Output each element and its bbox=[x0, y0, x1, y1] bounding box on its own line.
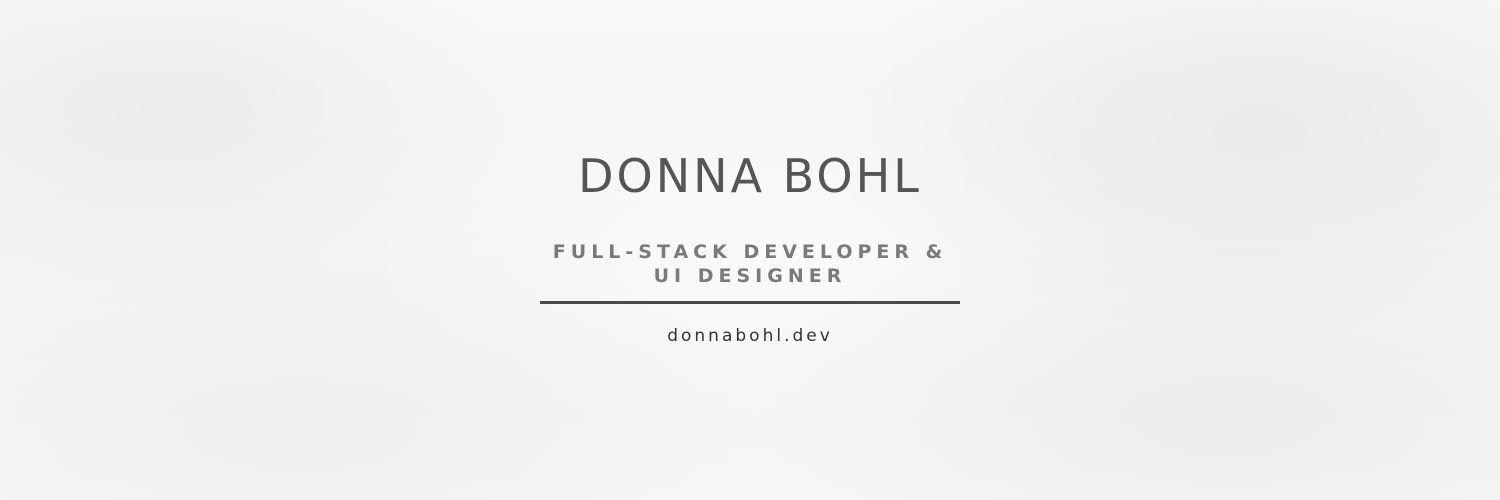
tagline-line-1: FULL-STACK DEVELOPER & bbox=[552, 241, 948, 263]
tagline: FULL-STACK DEVELOPER & UI DESIGNER bbox=[510, 240, 990, 288]
tagline-line-2: UI DESIGNER bbox=[653, 265, 847, 287]
divider-line bbox=[540, 301, 960, 304]
profile-banner: DONNA BOHL FULL-STACK DEVELOPER & UI DES… bbox=[0, 0, 1500, 500]
name-heading: DONNA BOHL bbox=[578, 149, 922, 203]
website-link[interactable]: donnabohl.dev bbox=[560, 328, 940, 345]
